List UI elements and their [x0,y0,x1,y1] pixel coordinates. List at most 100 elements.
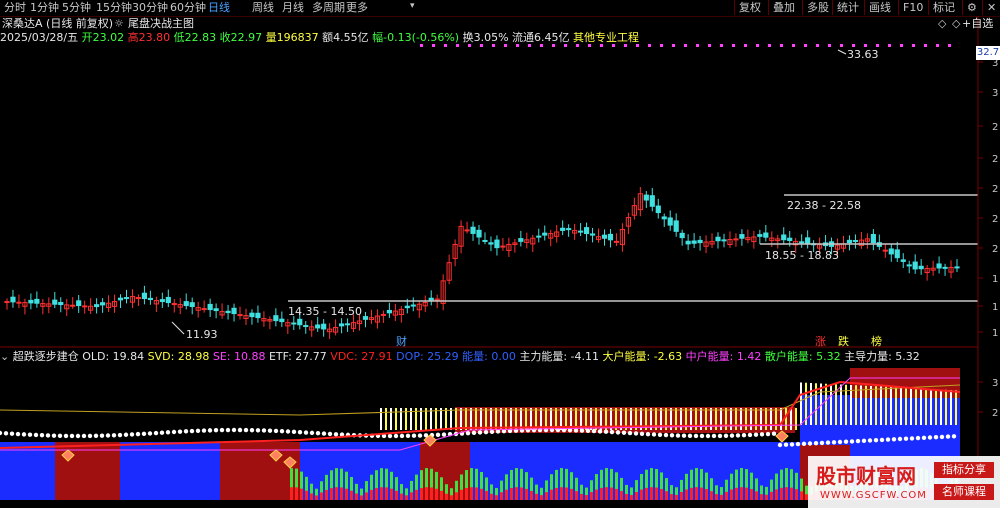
signal-dot-white [411,433,417,438]
signal-dot-white [81,433,87,439]
candle-body [255,312,261,319]
diamond-icon-2[interactable]: ◇ [952,18,960,30]
histogram-bar [855,385,857,425]
signal-dot-white [435,432,441,438]
signal-dot-white [129,432,135,437]
candle-body [470,226,476,234]
toolbar-button-3[interactable]: 统计 [832,0,863,15]
histogram-bar [385,408,387,430]
indicator-value-2: SE: 10.88 [209,350,266,363]
current-price-tag: 32.7 [976,46,1000,60]
stock-title: 深桑达A (日线 前复权) [2,17,114,30]
histogram-bar [905,387,907,425]
candle-body [589,233,596,236]
indicator-value-3: ETF: 27.77 [265,350,327,363]
energy-bar-red [775,489,778,500]
candle-body [894,249,900,259]
signal-dot-white [213,428,219,433]
period-tab-9[interactable]: 多周期 [312,1,345,15]
signal-dot-white [387,433,393,439]
finance-marker[interactable]: 财 [396,336,407,348]
gear-icon[interactable]: ⚙ [962,0,981,15]
energy-bar-red [625,493,628,500]
amount-label: 额 [322,31,334,44]
signal-dot-white [333,432,339,437]
signal-dot [864,44,867,47]
histogram-bar [860,385,862,425]
high-price-label: 33.63 [847,48,879,61]
signal-dot-white [903,436,909,441]
histogram-bar [760,408,762,430]
signal-dot [936,44,939,47]
energy-bar-red [330,488,333,500]
period-tab-7[interactable]: 周线 [252,1,274,15]
diamond-icon[interactable]: ◇ [938,18,946,30]
energy-bar-red [420,488,423,500]
energy-bar-red [435,488,438,500]
high-pointer [837,49,847,55]
toolbar-button-4[interactable]: 画线 [864,0,895,15]
energy-bar-red [485,490,488,500]
energy-bar-red [680,491,683,500]
histogram-bar [465,408,467,430]
limit-down-marker[interactable]: 跌 [838,336,849,348]
energy-bar-red [525,488,528,500]
limit-up-marker[interactable]: 涨 [815,336,826,348]
energy-bar-red [515,487,518,500]
toolbar-button-1[interactable]: 叠加 [768,0,799,15]
energy-bar-red [310,493,313,500]
signal-dot-white [9,431,15,436]
period-tab-2[interactable]: 5分钟 [62,1,91,15]
close-icon[interactable]: ✕ [982,0,1000,15]
signal-dot [504,44,507,47]
add-watchlist-button[interactable]: +自选 [962,18,993,30]
signal-dot-white [759,432,765,437]
energy-bar-red [355,493,358,500]
histogram-bar [380,408,382,430]
signal-dot [516,44,519,47]
period-tab-3[interactable]: 15分钟 [96,1,132,15]
indicator-name[interactable]: 尾盘决战主图 [128,18,194,30]
dragon-tiger-list-marker[interactable]: 榜 [871,336,882,348]
candle-body [667,217,673,226]
signal-dot-white [189,428,195,434]
toolbar-button-6[interactable]: 标记 [928,0,959,15]
period-tab-8[interactable]: 月线 [282,1,304,15]
period-tab-6[interactable]: 日线 [208,1,230,15]
watermark-brand: 股市财富网 [816,464,916,488]
period-tab-5[interactable]: 60分钟 [170,1,206,15]
energy-bar-red [585,495,588,500]
signal-dot [708,44,711,47]
candle-body [410,304,416,307]
histogram-bar [740,408,742,430]
volume-label: 量 [265,31,277,44]
signal-dot-white [783,442,789,447]
chart-settings-icon[interactable]: ☼ [114,18,124,30]
sector-label: 其他专业工程 [573,31,640,44]
period-tab-1[interactable]: 1分钟 [30,1,59,15]
period-tab-10[interactable]: 更多 [346,1,368,15]
energy-bar-red [295,487,298,500]
signal-dot [468,44,471,47]
collapse-icon[interactable]: ⌄ [0,350,9,363]
signal-dot [912,44,915,47]
period-tab-0[interactable]: 分时 [4,1,26,15]
toolbar-button-0[interactable]: 复权 [734,0,765,15]
indicator-value-9: 中户能量: 1.42 [682,350,762,363]
candle-body [954,266,960,269]
signal-dot [624,44,627,47]
open-value: 23.02 [92,31,125,44]
period-tab-4[interactable]: 30分钟 [132,1,168,15]
toolbar-button-2[interactable]: 多股 [802,0,833,15]
signal-dot-white [753,432,759,437]
more-dropdown-icon[interactable]: ▾ [410,1,415,11]
kline-chart[interactable]: 332222211132 [0,16,1000,508]
energy-bar-red [665,491,668,500]
energy-bar-red [595,489,598,500]
toolbar-button-5[interactable]: F10 [898,0,927,15]
signal-dot-white [801,441,807,446]
signal-dot-white [885,437,891,442]
energy-bar-red [455,492,458,500]
indicator-name[interactable]: 超跌逐步建仓 [13,350,79,363]
histogram-bar [775,408,777,430]
